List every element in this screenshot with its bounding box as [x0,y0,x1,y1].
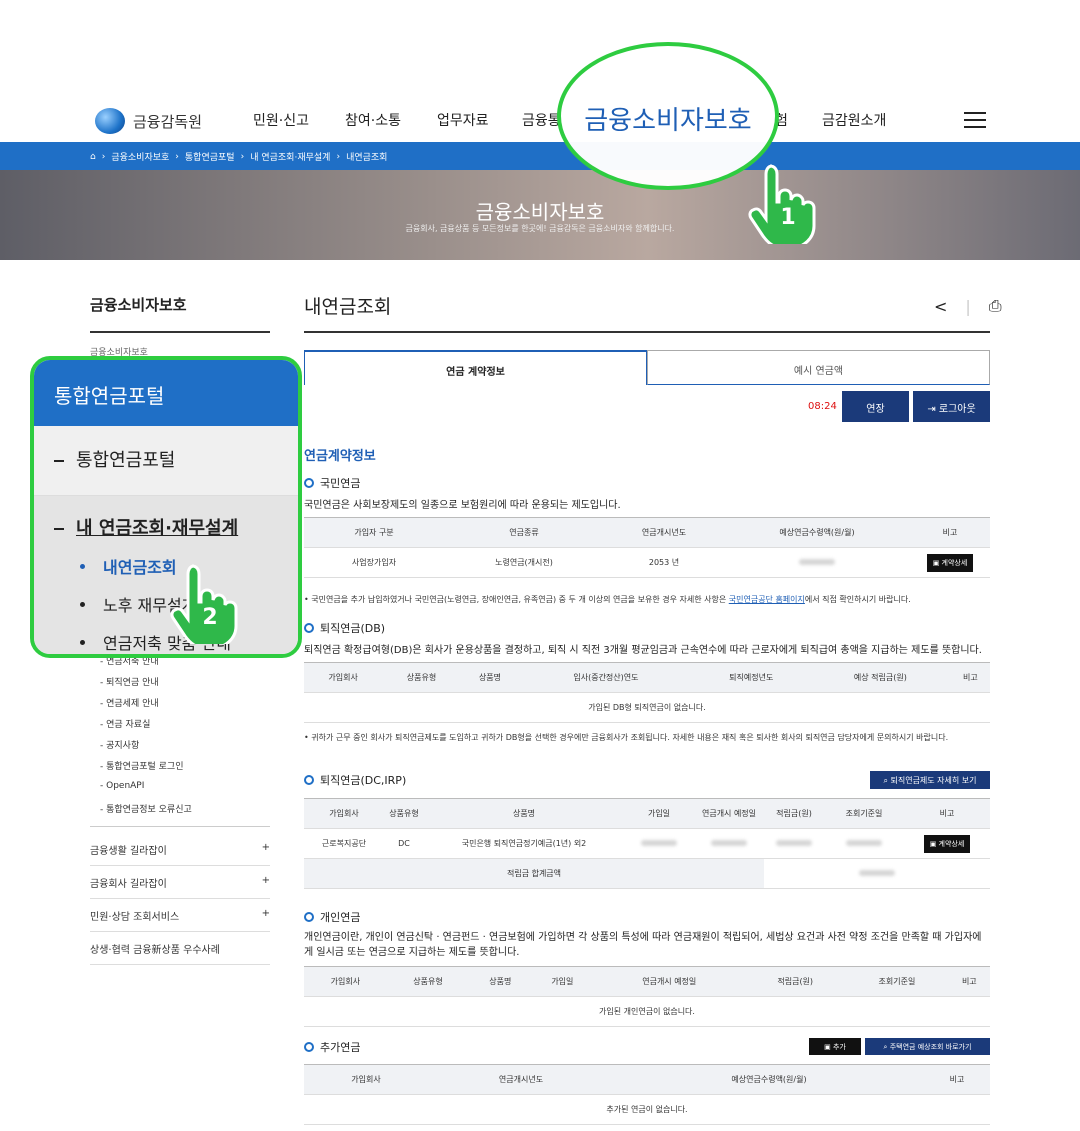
tab-contract-info[interactable]: 연금 계약정보 [304,350,647,385]
housing-pension-button[interactable]: ⌕ 주택연금 예상조회 바로가기 [865,1038,990,1055]
plus-icon: + [261,875,270,886]
home-icon[interactable]: ⌂ [90,152,96,162]
page-tools: < | ⎙ [934,296,1002,316]
step-1-number: 1 [780,205,795,230]
breadcrumb-item[interactable]: 금융소비자보호 [111,150,169,163]
plus-icon: + [261,908,270,919]
add-pension-button[interactable]: ▣ 추가 [809,1038,861,1055]
nav-consumer-protection[interactable]: 금융소비자보호 [557,100,779,137]
masked-value [711,840,747,846]
personal-desc: 개인연금이란, 개인이 연금신탁 · 연금펀드 · 연금보험에 가입하면 각 상… [304,932,982,958]
breadcrumb-item[interactable]: 내연금조회 [346,150,387,163]
dc-detail-view-button[interactable]: ⌕ 퇴직연금제도 자세히 보기 [870,771,990,789]
hero-subtitle: 금융회사, 금융상품 등 모든정보를 한곳에! 금융감독은 금융소비자와 함께합… [405,224,675,233]
table-row: 사업장가입자 노령연금(개시전) 2053 년 ▣ 계약상세 [304,547,990,578]
personal-heading: 개인연금 [304,909,360,925]
menu-icon[interactable] [964,112,986,128]
sidebar-accordion-life[interactable]: 금융생활 길라잡이 + [90,842,270,866]
breadcrumb: ⌂ › 금융소비자보호 › 통합연금포털 › 내 연금조회·재무설계 › 내연금조회 [90,150,388,164]
logout-icon: ⇥ [927,404,939,415]
logo-text: 금융감독원 [133,112,203,131]
site-logo[interactable]: 금융감독원 [95,108,202,134]
sum-row: 적립금 합계금액 [304,858,990,889]
masked-value [859,870,895,876]
callout-group: 내 연금조회·재무설계 내연금조회 노후 재무설계 연금저축 맞춤 안내 [34,496,298,654]
nav-about[interactable]: 금감원소개 [822,110,886,130]
table-row: 가입된 개인연금이 없습니다. [304,996,990,1027]
sidebar-subitem[interactable]: - 통합연금정보 오류신고 [100,802,192,815]
sidebar-subitem[interactable]: - OpenAPI [100,781,144,791]
pointer-hand-icon-2: 2 [170,564,238,644]
db-note: • 귀하가 근무 중인 회사가 퇴직연금제도를 도입하고 귀하가 DB형을 선택… [304,733,949,742]
contract-detail-button[interactable]: ▣ 계약상세 [923,834,971,853]
national-table: 가입자 구분 연금종류 연금개시년도 예상연금수령액(원/월) 비고 사업장가입… [304,517,990,578]
national-desc: 국민연금은 사회보장제도의 일종으로 보험원리에 따라 운용되는 제도입니다. [304,500,621,511]
section-title: 연금계약정보 [304,449,376,464]
db-heading: 퇴직연금(DB) [304,620,385,636]
print-icon[interactable]: ⎙ [989,296,1002,316]
circle-bullet-icon [304,478,314,488]
additional-table: 가입회사 연금개시년도 예상연금수령액(원/월) 비고 추가된 연금이 없습니다. [304,1064,990,1125]
masked-value [799,559,835,565]
tab-example-amount[interactable]: 예시 연금액 [647,350,990,385]
circle-bullet-icon [304,623,314,633]
nav-finance-stats[interactable]: 금융통 [522,110,561,130]
page-title: 내연금조회 [304,296,392,318]
step-2-number: 2 [202,605,217,630]
dc-table: 가입회사 상품유형 상품명 가입일 연금개시 예정일 적립금(원) 조회기준일 비고 근로복… [304,798,990,889]
sidebar-subitem[interactable]: - 연금세제 안내 [100,696,159,709]
table-row: 근로복지공단 DC 국민은행 퇴직연금정기예금(1년) 외2 ▣ 계약상세 [304,828,990,859]
callout-header: 통합연금포털 [34,360,298,426]
logo-icon [95,108,125,134]
pointer-hand-icon-1: 1 [748,164,816,244]
circle-bullet-icon [304,912,314,922]
hero-title: 금융소비자보호 [475,200,605,224]
table-row: 추가된 연금이 없습니다. [304,1094,990,1125]
nav-participation[interactable]: 참여·소통 [345,110,401,130]
sidebar-accordion-winwin[interactable]: 상생·협력 금융新상품 우수사례 [90,941,270,965]
personal-table: 가입회사 상품유형 상품명 가입일 연금개시 예정일 적립금(원) 조회기준일 비고 가입된… [304,966,990,1027]
nps-homepage-link[interactable]: 국민연금공단 홈페이지 [729,595,805,604]
national-heading: 국민연금 [304,475,360,491]
dc-heading: 퇴직연금(DC,IRP) [304,772,406,788]
breadcrumb-item[interactable]: 내 연금조회·재무설계 [250,150,330,163]
sidebar-divider [90,826,270,827]
additional-heading: 추가연금 [304,1039,360,1055]
breadcrumb-item[interactable]: 통합연금포털 [185,150,235,163]
nav-complaint[interactable]: 민원·신고 [253,110,309,130]
sidebar-subitem[interactable]: - 공지사항 [100,738,139,751]
circle-bullet-icon [304,1042,314,1052]
callout-item-pension-lookup[interactable]: 내 연금조회·재무설계 [54,514,298,540]
masked-value [846,840,882,846]
circle-bullet-icon [304,775,314,785]
db-table: 가입회사 상품유형 상품명 입사(중간정산)연도 퇴직예정년도 예상 적립금(원) 비고 … [304,662,990,723]
masked-value [776,840,812,846]
session-timer: 08:24 [808,401,837,412]
contract-detail-button[interactable]: ▣ 계약상세 [926,553,974,572]
sidebar-divider [90,331,270,333]
masked-value [641,840,677,846]
national-note: • 국민연금을 추가 납입하였거나 국민연금(노령연금, 장애인연금, 유족연금… [304,595,911,604]
sidebar-subitem[interactable]: - 연금 자료실 [100,717,150,730]
sidebar-subitem[interactable]: - 퇴직연금 안내 [100,675,159,688]
logout-button[interactable]: ⇥ 로그아웃 [913,391,990,422]
db-desc: 퇴직연금 확정급여형(DB)은 회사가 운용상품을 결정하고, 퇴직 시 직전 … [304,645,982,656]
sidebar-title: 금융소비자보호 [90,296,187,314]
nav-work-data[interactable]: 업무자료 [437,110,489,130]
plus-icon: + [261,842,270,853]
zoom-callout: 통합연금포털 통합연금포털 내 연금조회·재무설계 내연금조회 노후 재무설계 … [30,356,302,658]
table-row: 가입된 DB형 퇴직연금이 없습니다. [304,692,990,723]
callout-item-portal[interactable]: 통합연금포털 [34,426,298,496]
share-icon[interactable]: < [934,297,947,316]
sidebar-accordion-company[interactable]: 금융회사 길라잡이 + [90,875,270,899]
sidebar-accordion-complaint[interactable]: 민원·상담 조회서비스 + [90,908,270,932]
sidebar-subitem[interactable]: - 통합연금포털 로그인 [100,759,184,772]
extend-button[interactable]: 연장 [842,391,909,422]
title-divider [304,331,990,333]
